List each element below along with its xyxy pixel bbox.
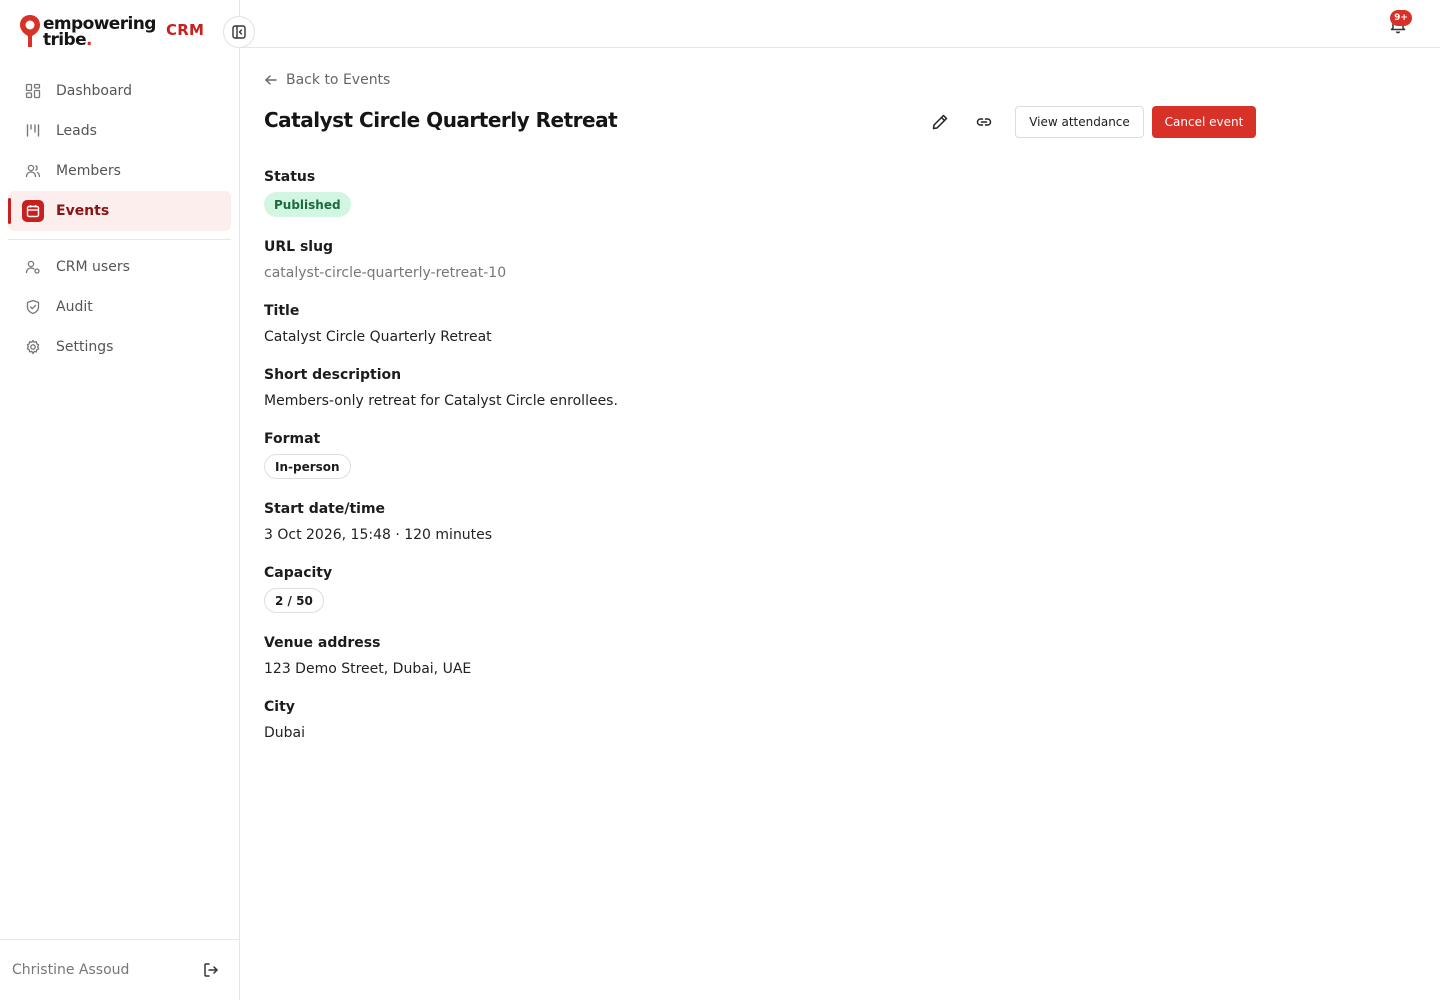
sidebar-item-leads[interactable]: Leads: [8, 111, 231, 151]
dashboard-icon: [24, 82, 42, 100]
edit-button[interactable]: [924, 106, 956, 138]
field-label: Format: [264, 431, 321, 447]
sidebar-nav: Dashboard Leads Members Events CRM users…: [8, 71, 231, 367]
brand-line-2: tribe.: [43, 30, 156, 50]
sidebar-item-label: Settings: [56, 339, 114, 355]
sidebar-item-label: Dashboard: [56, 83, 132, 99]
nav-divider: [8, 239, 231, 240]
status-badge: Published: [264, 192, 351, 217]
sidebar-item-events[interactable]: Events: [8, 191, 231, 231]
field-title: Title Catalyst Circle Quarterly Retreat: [264, 302, 492, 346]
brand-logo[interactable]: empowering tribe.: [19, 14, 156, 50]
city-value: Dubai: [264, 725, 306, 741]
sidebar-toggle-icon: [232, 25, 246, 39]
copy-link-button[interactable]: [968, 106, 1000, 138]
back-to-events-link[interactable]: Back to Events: [264, 72, 390, 88]
field-label: Title: [264, 303, 300, 319]
gear-icon: [24, 338, 42, 356]
logout-icon[interactable]: [201, 960, 221, 980]
field-label: Short description: [264, 367, 402, 383]
brand-wordmark: empowering tribe.: [43, 16, 156, 50]
field-format: Format In-person: [264, 430, 351, 479]
calendar-icon: [22, 200, 44, 222]
logo-pin-icon: [20, 15, 40, 47]
sidebar: empowering tribe. CRM Dashboard Leads Me…: [0, 0, 240, 1000]
pencil-icon: [932, 114, 948, 130]
field-venue-address: Venue address 123 Demo Street, Dubai, UA…: [264, 634, 471, 678]
field-label: URL slug: [264, 239, 334, 255]
field-short-description: Short description Members-only retreat f…: [264, 366, 618, 410]
sidebar-item-label: Members: [56, 163, 121, 179]
current-user-name: Christine Assoud: [12, 962, 130, 978]
start-datetime-value: 3 Oct 2026, 15:48 · 120 minutes: [264, 527, 493, 543]
field-label: City: [264, 699, 295, 715]
back-link-label: Back to Events: [286, 72, 391, 88]
venue-address-value: 123 Demo Street, Dubai, UAE: [264, 661, 472, 677]
field-label: Capacity: [264, 565, 333, 581]
members-icon: [24, 162, 42, 180]
field-url-slug: URL slug catalyst-circle-quarterly-retre…: [264, 238, 506, 282]
sidebar-item-settings[interactable]: Settings: [8, 327, 231, 367]
sidebar-item-label: Events: [56, 203, 110, 219]
field-capacity: Capacity 2 / 50: [264, 564, 332, 613]
field-label: Venue address: [264, 635, 381, 651]
view-attendance-button[interactable]: View attendance: [1015, 106, 1144, 138]
title-value: Catalyst Circle Quarterly Retreat: [264, 329, 492, 345]
page-title: Catalyst Circle Quarterly Retreat: [264, 108, 618, 132]
sidebar-item-crm-users[interactable]: CRM users: [8, 247, 231, 287]
sidebar-item-label: Leads: [56, 123, 97, 139]
sidebar-item-label: CRM users: [56, 259, 130, 275]
url-slug-value: catalyst-circle-quarterly-retreat-10: [264, 265, 507, 281]
cancel-event-button[interactable]: Cancel event: [1152, 106, 1256, 138]
shield-icon: [24, 298, 42, 316]
collapse-sidebar-button[interactable]: [223, 16, 255, 48]
field-status: Status Published: [264, 168, 351, 217]
field-label: Status: [264, 169, 316, 185]
user-cog-icon: [24, 258, 42, 276]
field-start-datetime: Start date/time 3 Oct 2026, 15:48 · 120 …: [264, 500, 492, 544]
sidebar-footer: Christine Assoud: [0, 939, 239, 1000]
sidebar-item-members[interactable]: Members: [8, 151, 231, 191]
leads-icon: [24, 122, 42, 140]
format-badge: In-person: [264, 454, 351, 479]
arrow-left-icon: [265, 75, 277, 85]
link-icon: [976, 118, 992, 126]
sidebar-item-dashboard[interactable]: Dashboard: [8, 71, 231, 111]
notification-badge: 9+: [1390, 10, 1412, 26]
page-actions: View attendance Cancel event: [924, 106, 1256, 138]
field-city: City Dubai: [264, 698, 305, 742]
brand-dot: .: [86, 30, 92, 50]
topbar: 9+: [240, 0, 1440, 48]
sidebar-item-audit[interactable]: Audit: [8, 287, 231, 327]
crm-label: CRM: [166, 21, 205, 39]
capacity-badge: 2 / 50: [264, 588, 324, 613]
field-label: Start date/time: [264, 501, 386, 517]
brand-line-2-text: tribe: [43, 30, 87, 50]
short-description-value: Members-only retreat for Catalyst Circle…: [264, 393, 618, 409]
sidebar-item-label: Audit: [56, 299, 93, 315]
